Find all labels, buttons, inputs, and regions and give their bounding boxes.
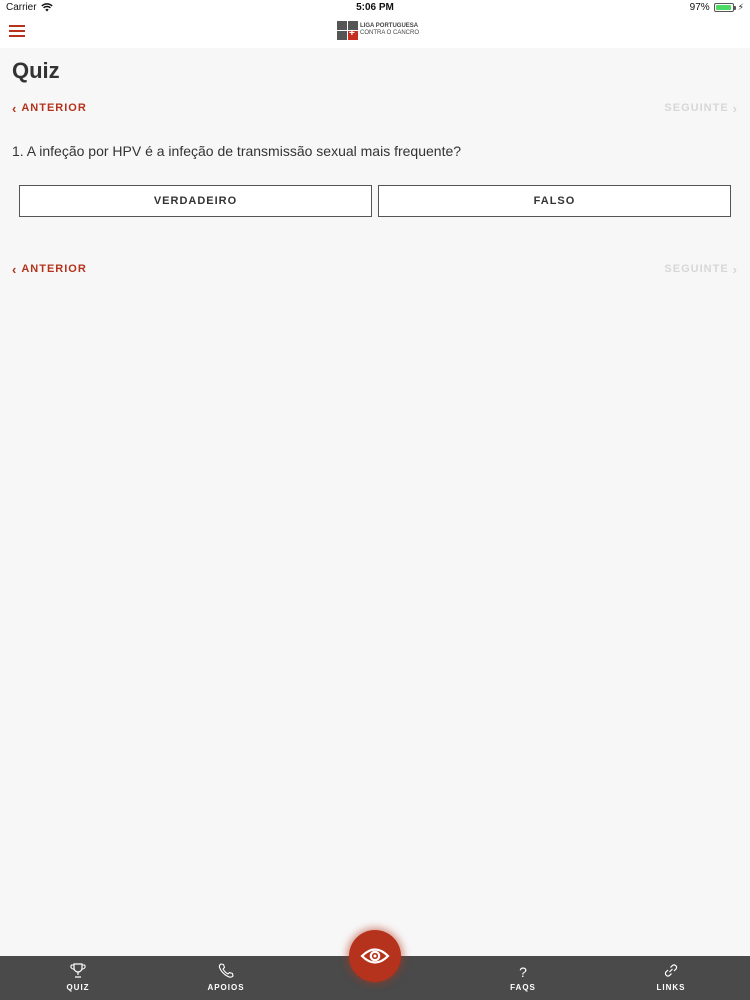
tab-links[interactable]: LINKS bbox=[621, 956, 721, 1000]
next-label: SEGUINTE bbox=[664, 102, 729, 114]
charging-icon: ⚡ bbox=[737, 2, 744, 12]
answer-options: VERDADEIRO FALSO bbox=[19, 185, 731, 217]
question-text: 1. A infeção por HPV é a infeção de tran… bbox=[12, 143, 462, 159]
answer-false-button[interactable]: FALSO bbox=[378, 185, 731, 217]
tab-label: FAQS bbox=[510, 983, 536, 992]
previous-button[interactable]: ‹ ANTERIOR bbox=[12, 100, 87, 116]
logo-cross-square bbox=[348, 28, 358, 40]
eye-button[interactable] bbox=[349, 930, 401, 982]
answer-true-button[interactable]: VERDADEIRO bbox=[19, 185, 372, 217]
previous-label: ANTERIOR bbox=[21, 263, 87, 275]
logo-text: LIGA PORTUGUESA CONTRA O CANCRO bbox=[360, 23, 419, 37]
previous-label: ANTERIOR bbox=[21, 102, 87, 114]
question-icon: ? bbox=[519, 964, 527, 980]
battery-fill bbox=[715, 5, 732, 10]
page-title: Quiz bbox=[12, 58, 60, 83]
status-right: 97% ⚡ bbox=[690, 2, 744, 13]
logo-line2: CONTRA O CANCRO bbox=[360, 30, 420, 36]
tab-label: LINKS bbox=[656, 983, 686, 992]
nav-bar: LIGA PORTUGUESA CONTRA O CANCRO bbox=[0, 16, 750, 48]
menu-line bbox=[9, 35, 25, 37]
status-time: 5:06 PM bbox=[356, 2, 394, 13]
logo-mark-icon bbox=[337, 20, 358, 40]
battery-tip bbox=[733, 6, 736, 10]
chevron-right-icon: › bbox=[732, 100, 738, 116]
tab-label: APOIOS bbox=[207, 983, 245, 992]
link-icon bbox=[664, 964, 678, 977]
menu-line bbox=[9, 30, 25, 32]
tab-apoios[interactable]: APOIOS bbox=[176, 956, 276, 1000]
app-logo: LIGA PORTUGUESA CONTRA O CANCRO bbox=[337, 19, 419, 41]
status-bar: Carrier 5:06 PM 97% ⚡ bbox=[0, 0, 750, 16]
chevron-left-icon: ‹ bbox=[12, 100, 18, 116]
trophy-icon bbox=[70, 963, 86, 978]
menu-line bbox=[9, 25, 25, 27]
logo-line1: LIGA PORTUGUESA bbox=[360, 23, 419, 29]
next-button[interactable]: SEGUINTE › bbox=[664, 261, 738, 277]
next-label: SEGUINTE bbox=[664, 263, 729, 275]
pager-top: ‹ ANTERIOR SEGUINTE › bbox=[12, 102, 738, 118]
chevron-left-icon: ‹ bbox=[12, 261, 18, 277]
next-button[interactable]: SEGUINTE › bbox=[664, 100, 738, 116]
battery-icon bbox=[713, 3, 736, 12]
tab-faqs[interactable]: ? FAQS bbox=[473, 956, 573, 1000]
logo-square bbox=[337, 30, 347, 40]
eye-icon bbox=[360, 948, 390, 964]
hamburger-menu-icon[interactable] bbox=[9, 25, 26, 39]
chevron-right-icon: › bbox=[732, 261, 738, 277]
pager-bottom: ‹ ANTERIOR SEGUINTE › bbox=[12, 263, 738, 279]
previous-button[interactable]: ‹ ANTERIOR bbox=[12, 261, 87, 277]
battery-percent: 97% bbox=[689, 2, 710, 13]
logo-square bbox=[337, 20, 347, 30]
tab-label: QUIZ bbox=[66, 983, 90, 992]
tab-quiz[interactable]: QUIZ bbox=[28, 956, 128, 1000]
phone-icon bbox=[218, 963, 234, 978]
